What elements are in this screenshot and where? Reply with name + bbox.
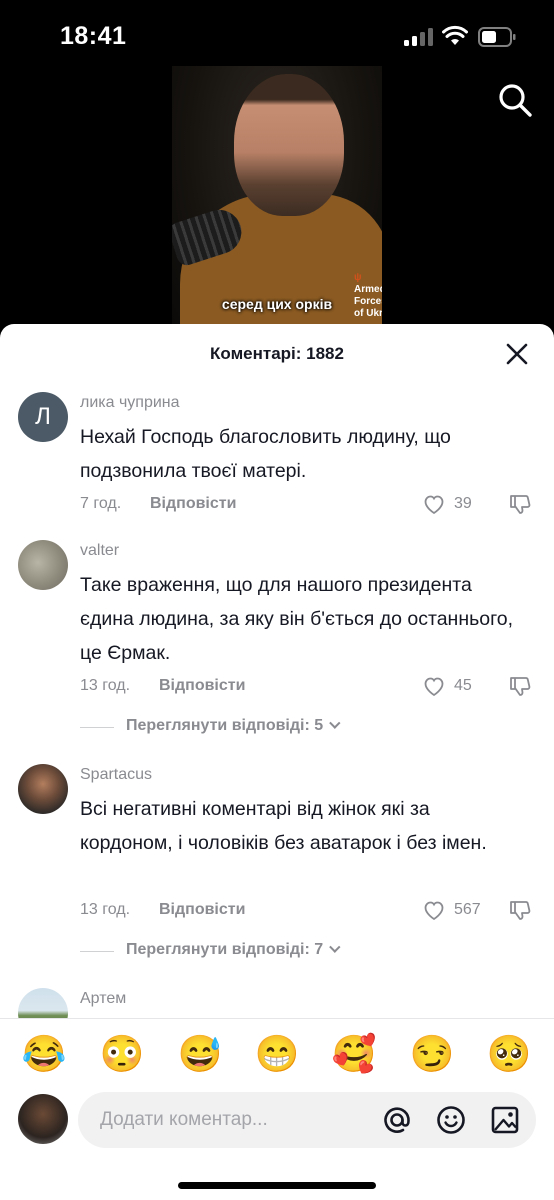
image-upload-icon[interactable]	[490, 1105, 520, 1135]
view-replies-button[interactable]: Переглянути відповіді: 7	[80, 940, 480, 962]
home-indicator[interactable]	[178, 1182, 376, 1189]
my-avatar[interactable]	[18, 1094, 68, 1144]
emoji-hearts-button[interactable]: 🥰	[330, 1030, 378, 1078]
avatar[interactable]	[18, 988, 68, 1018]
video-frame[interactable]: ψ Armed Forces of Ukr серед цих орків	[172, 66, 382, 340]
status-time: 18:41	[60, 22, 127, 50]
emoji-picker-icon[interactable]	[436, 1105, 466, 1135]
view-replies-button[interactable]: Переглянути відповіді: 5	[80, 716, 480, 738]
comment-text: Всі негативні коментарі від жінок які за…	[80, 798, 487, 854]
comment-composer: Додати коментар...	[0, 1092, 554, 1152]
comment-meta: 13 год. Відповісти 567	[80, 898, 540, 924]
comment-input[interactable]: Додати коментар...	[78, 1092, 536, 1148]
comments-sheet: Коментарі: 1882 Л лика чуприна Нехай Гос…	[0, 324, 554, 1200]
chevron-down-icon	[329, 717, 341, 729]
close-icon[interactable]	[504, 341, 530, 367]
avatar[interactable]	[18, 540, 68, 590]
emoji-tears-of-joy-button[interactable]: 😂	[20, 1030, 68, 1078]
status-bar: 18:41	[0, 0, 554, 70]
wifi-icon	[442, 25, 468, 45]
comment-username[interactable]: Spartacus	[80, 766, 152, 784]
reply-button[interactable]: Відповісти	[159, 677, 245, 695]
video-player[interactable]: ψ Armed Forces of Ukr серед цих орків	[0, 66, 554, 340]
shirt-emblem-icon: ψ	[354, 272, 362, 283]
comment-username[interactable]: valter	[80, 542, 119, 560]
comment-text: Таке враження, що для нашого президента …	[80, 574, 514, 664]
reply-button[interactable]: Відповісти	[150, 495, 236, 513]
search-icon[interactable]	[497, 82, 533, 118]
comments-list[interactable]: Л лика чуприна Нехай Господь благословит…	[0, 382, 554, 1018]
dislike-icon[interactable]	[508, 492, 532, 516]
emoji-grin-button[interactable]: 😁	[253, 1030, 301, 1078]
heart-icon[interactable]	[422, 898, 446, 922]
comment-time: 13 год.	[80, 901, 131, 918]
comment-username[interactable]: Артем	[80, 990, 126, 1008]
view-replies-label: Переглянути відповіді: 5	[126, 717, 341, 735]
input-divider	[0, 1018, 554, 1019]
cellular-signal-icon	[404, 28, 434, 46]
shirt-text-1: Armed	[354, 284, 382, 295]
like-count: 39	[454, 495, 472, 512]
battery-icon	[478, 27, 516, 47]
dislike-icon[interactable]	[508, 674, 532, 698]
mention-icon[interactable]	[382, 1105, 412, 1135]
like-count: 45	[454, 677, 472, 694]
reply-button[interactable]: Відповісти	[159, 901, 245, 919]
emoji-quick-bar: 😂 😳 😅 😁 🥰 😏 🥺	[0, 1030, 554, 1078]
heart-icon[interactable]	[422, 674, 446, 698]
comment-meta: 7 год. Відповісти 39	[80, 492, 540, 518]
view-replies-label: Переглянути відповіді: 7	[126, 941, 341, 959]
emoji-sweat-smile-button[interactable]: 😅	[176, 1030, 224, 1078]
comment-text: Нехай Господь благословить людину, що по…	[80, 426, 451, 482]
emoji-flushed-button[interactable]: 😳	[98, 1030, 146, 1078]
comment-username[interactable]: лика чуприна	[80, 394, 180, 412]
speaker-head	[234, 74, 344, 216]
heart-icon[interactable]	[422, 492, 446, 516]
comments-title: Коментарі: 1882	[210, 344, 344, 363]
comment-time: 7 год.	[80, 495, 122, 512]
replies-divider	[80, 727, 114, 728]
comment-time: 13 год.	[80, 677, 131, 694]
emoji-smirk-button[interactable]: 😏	[408, 1030, 456, 1078]
chevron-down-icon	[329, 941, 341, 953]
comment-meta: 13 год. Відповісти 45	[80, 674, 540, 700]
emoji-pleading-button[interactable]: 🥺	[485, 1030, 533, 1078]
comment-input-placeholder: Додати коментар...	[100, 1109, 268, 1130]
replies-divider	[80, 951, 114, 952]
video-subtitle: серед цих орків	[221, 296, 333, 312]
avatar[interactable]	[18, 764, 68, 814]
like-count: 567	[454, 901, 481, 918]
avatar[interactable]: Л	[18, 392, 68, 442]
dislike-icon[interactable]	[508, 898, 532, 922]
